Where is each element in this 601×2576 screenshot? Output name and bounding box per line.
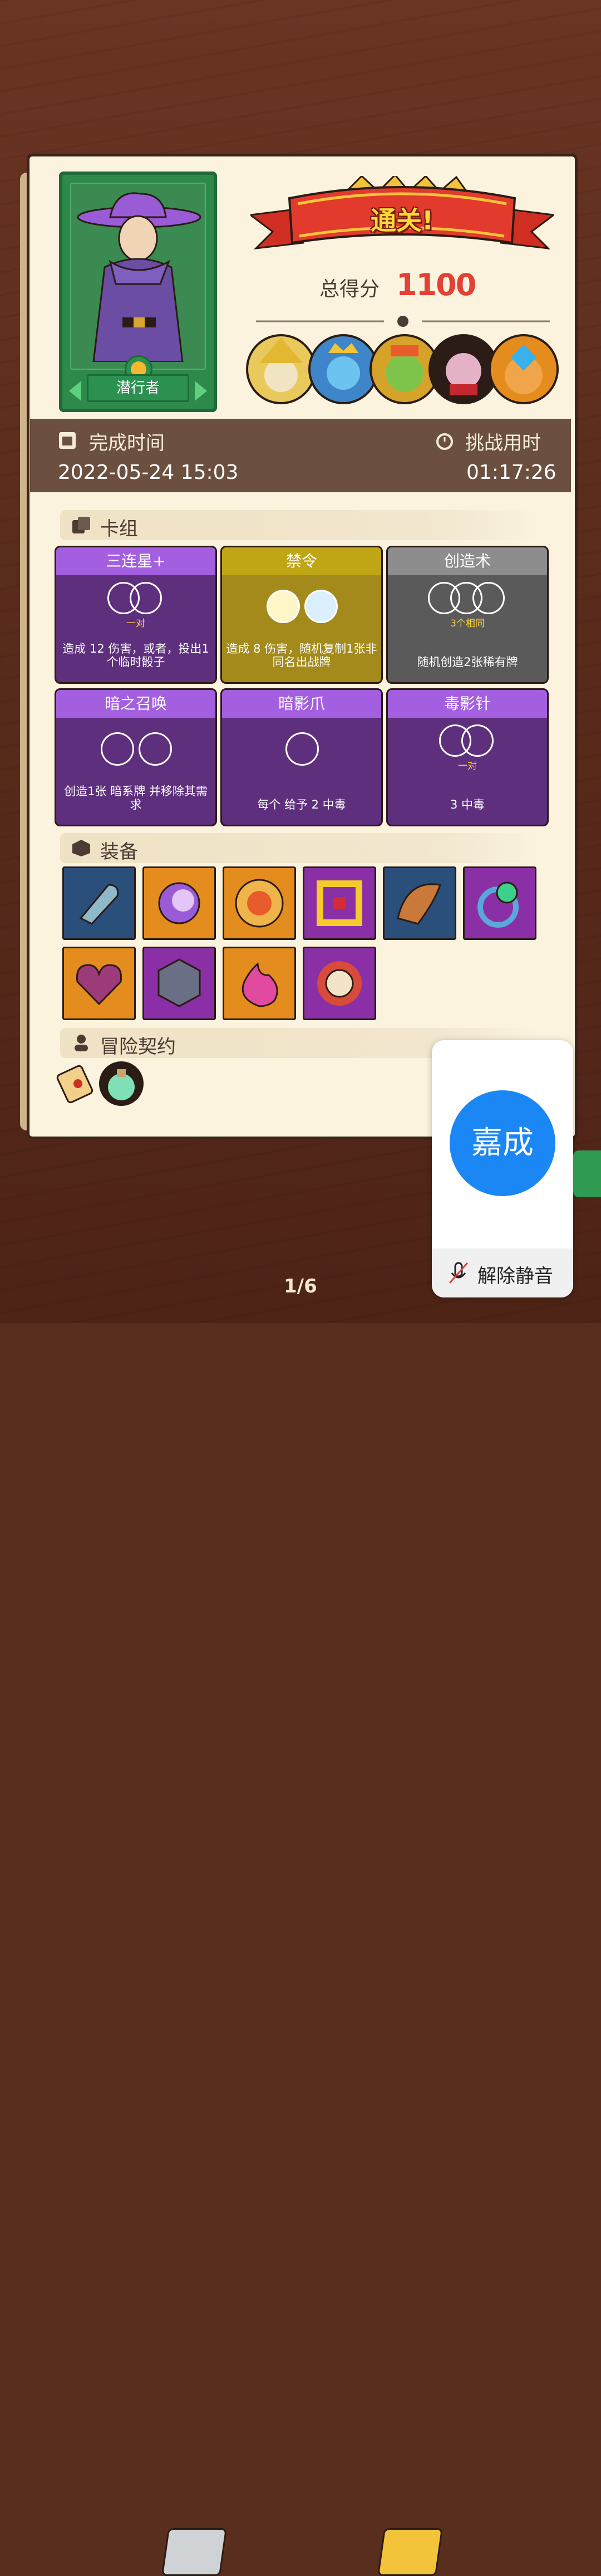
box-icon [72,840,90,856]
stopwatch-icon [436,433,453,450]
hero-prev-arrow-icon[interactable] [69,381,81,401]
deck-card-4[interactable]: 暗之召唤 创造1张 暗系牌 并移除其需求 [55,688,217,826]
boss-divider [256,316,550,327]
deck-card-desc: 每个 给予 2 中毒 [257,798,346,811]
deck-card-desc: 造成 8 伤害，随机复制1张非同名出战牌 [226,642,377,669]
dark-dice-slot-icon [101,732,134,766]
deck-card-title: 创造术 [388,547,547,575]
victory-title: 通关! [371,205,433,236]
equipment-section-header: 装备 [60,833,539,863]
deck-card-2[interactable]: 禁令 造成 8 伤害，随机复制1张非同名出战牌 [220,546,383,684]
equipment-slot-7[interactable] [62,947,136,1020]
calendar-icon [59,432,76,449]
complete-time-value: 2022-05-24 15:03 [58,461,239,484]
cards-icon [72,517,90,533]
scroll-icon [56,1065,93,1104]
side-green-tab[interactable] [573,1150,601,1197]
moon-stone-icon [158,882,200,924]
page-indicator: 1/6 [284,1275,317,1297]
contract-section-title: 冒险契约 [100,1036,176,1058]
broken-heart-icon [76,964,122,1006]
boss-witch-icon [259,337,303,392]
deck-card-title: 暗影爪 [222,690,381,718]
hero-portrait [70,183,206,370]
time-info-bar: 完成时间 2022-05-24 15:03 挑战用时 01:17:26 [30,419,571,492]
deck-section-header: 卡组 [60,510,539,540]
deck-card-title: 禁令 [222,547,381,575]
complete-time-label: 完成时间 [89,432,165,454]
boss-crystal-demon-icon [505,344,543,394]
contract-item-2[interactable] [99,1061,144,1106]
hero-next-arrow-icon[interactable] [195,381,207,401]
hero-illustration-icon [77,192,201,363]
hero-portrait-card[interactable]: 潜行者 [59,172,217,412]
total-score-value: 1100 [396,267,476,302]
victory-banner: 通关! [248,173,556,265]
deck-card-5[interactable]: 暗影爪 每个 给予 2 中毒 [220,688,383,826]
equipment-slot-4[interactable] [303,866,376,940]
duration-label: 挑战用时 [465,432,541,454]
equipment-section-title: 装备 [100,841,138,863]
deck-card-1[interactable]: 三连星+ 一对 造成 12 伤害，或者，投出1个临时骰子 [55,546,217,684]
boss-portrait-2 [308,334,378,404]
dice-yellow-slot-icon [267,590,300,623]
coin-icon [235,879,284,928]
dice-slot-icon [461,724,494,757]
equipment-slot-8[interactable] [142,947,216,1020]
dice-water-slot-icon [304,590,338,623]
prev-page-button[interactable] [161,2528,228,2576]
deck-card-3[interactable]: 创造术 3个相同 随机创造2张稀有牌 [386,546,549,684]
boss-vampire-icon [446,353,481,395]
equipment-slot-9[interactable] [223,947,296,1020]
boss-goblin-icon [386,345,423,392]
deck-card-desc: 随机创造2张稀有牌 [417,655,518,669]
total-score-label: 总得分 [319,278,380,301]
deck-section-title: 卡组 [100,518,138,540]
dice-slot-icon [130,582,162,614]
boss-portrait-1 [246,334,316,404]
dice-requirement: 3个相同 [450,618,485,629]
ring-icon [477,881,519,928]
equipment-slot-3[interactable] [223,866,296,940]
person-icon [75,1035,88,1051]
dark-dice-slot-icon [285,732,319,766]
sun-skull-icon [317,961,362,1006]
dice-slot-icon [472,582,505,614]
deck-card-desc: 3 中毒 [450,798,485,811]
equipment-slot-5[interactable] [383,866,456,940]
deck-card-desc: 创造1张 暗系牌 并移除其需求 [64,785,208,811]
horn-icon [397,883,441,925]
speaker-avatar[interactable]: 嘉成 [450,1090,555,1196]
equipment-slot-6[interactable] [463,866,536,940]
dice-requirement: 一对 [126,618,145,629]
next-page-button[interactable] [377,2528,444,2576]
contract-item-1[interactable] [56,1061,97,1105]
deck-card-title: 毒影针 [388,690,547,718]
cube-icon [157,958,201,1007]
deck-card-title: 三连星+ [56,547,215,575]
flame-icon [242,962,278,1007]
boss-skull-king-icon [327,343,360,390]
boss-portrait-5 [489,334,559,404]
potion-icon [108,1069,135,1100]
gold-frame-icon [317,880,362,926]
hero-name-label: 潜行者 [87,374,189,402]
voice-mute-panel: 嘉成 解除静音 [432,1040,573,1297]
deck-card-title: 暗之召唤 [56,690,215,718]
scythe-icon [79,884,119,925]
deck-card-desc: 造成 12 伤害，或者，投出1个临时骰子 [62,642,209,669]
equipment-slot-10[interactable] [303,947,376,1020]
dark-dice-slot-icon [139,732,172,766]
equipment-slot-2[interactable] [142,866,216,940]
duration-value: 01:17:26 [466,461,556,484]
dice-requirement: 一对 [458,761,477,772]
deck-card-6[interactable]: 毒影针 一对 3 中毒 [386,688,549,826]
equipment-slot-1[interactable] [62,866,136,940]
